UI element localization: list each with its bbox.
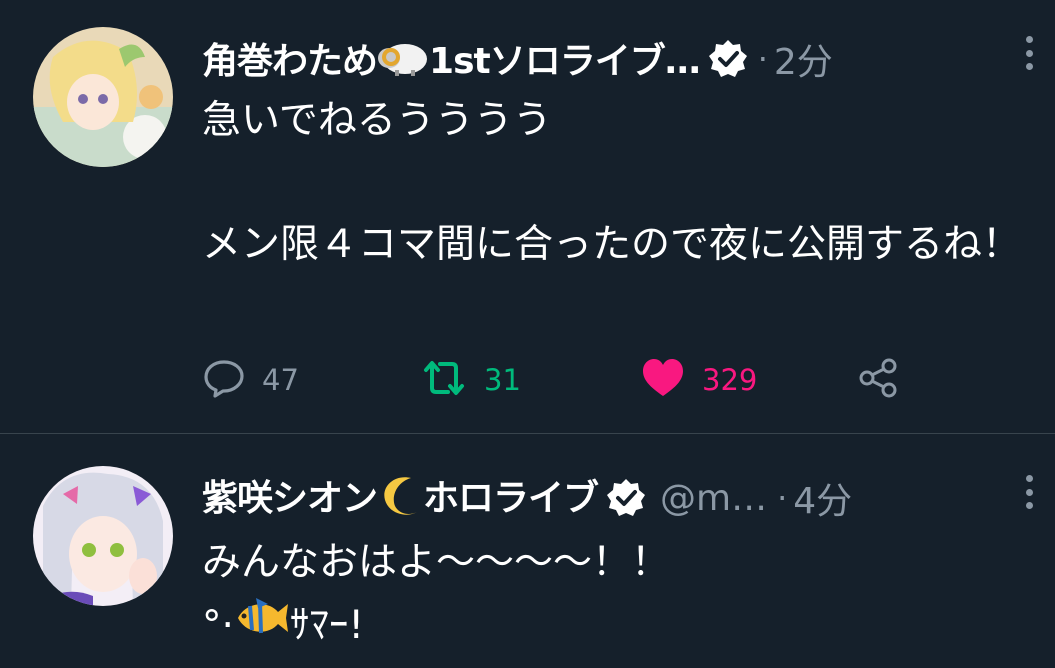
timestamp[interactable]: 2分 — [774, 33, 833, 85]
sheep-icon — [377, 39, 429, 86]
timestamp[interactable]: 4分 — [793, 472, 852, 524]
avatar[interactable] — [33, 466, 173, 606]
reply-button[interactable]: 47 — [202, 355, 299, 405]
tropical-fish-icon — [234, 594, 290, 661]
more-options-icon[interactable] — [1025, 36, 1033, 70]
more-options-icon[interactable] — [1025, 475, 1033, 509]
retweet-count: 31 — [484, 363, 521, 397]
avatar[interactable] — [33, 27, 173, 167]
retweet-button[interactable]: 31 — [420, 355, 521, 405]
like-button[interactable]: 329 — [640, 355, 757, 405]
display-name[interactable]: 角巻わため 1stソロライブ… — [202, 32, 701, 87]
verified-badge-icon — [606, 478, 646, 518]
tweet-text: みんなおはよ〜〜〜〜！！ °· ｻﾏｰ! — [202, 532, 1042, 661]
tweet-header: 紫咲シオン ホロライブ @m… · 4分 — [202, 470, 1055, 526]
heart-icon — [640, 356, 686, 404]
reply-icon — [202, 356, 246, 404]
verified-badge-icon — [708, 39, 748, 79]
retweet-icon — [420, 356, 468, 404]
tweet[interactable]: 紫咲シオン ホロライブ @m… · 4分 みんなおはよ〜〜〜〜！！ °· ｻﾏｰ! — [0, 434, 1055, 668]
tweet-text: 急いでねるうううう メン限４コマ間に合ったので夜に公開するね！ — [202, 98, 1022, 267]
share-button[interactable] — [856, 355, 900, 405]
tweet[interactable]: 角巻わため 1stソロライブ… · 2分 急いでねるうううう メン限４コマ間に合っ… — [0, 0, 1055, 434]
separator-dot: · — [777, 479, 788, 517]
tweet-header: 角巻わため 1stソロライブ… · 2分 — [202, 31, 1055, 87]
share-icon — [856, 356, 900, 404]
user-handle[interactable]: @m… — [660, 478, 767, 519]
separator-dot: · — [757, 40, 768, 78]
crescent-moon-icon — [377, 472, 423, 527]
display-name[interactable]: 紫咲シオン ホロライブ — [202, 469, 599, 528]
like-count: 329 — [702, 363, 758, 397]
tweet-actions: 47 31 329 — [202, 355, 922, 405]
reply-count: 47 — [262, 363, 299, 397]
